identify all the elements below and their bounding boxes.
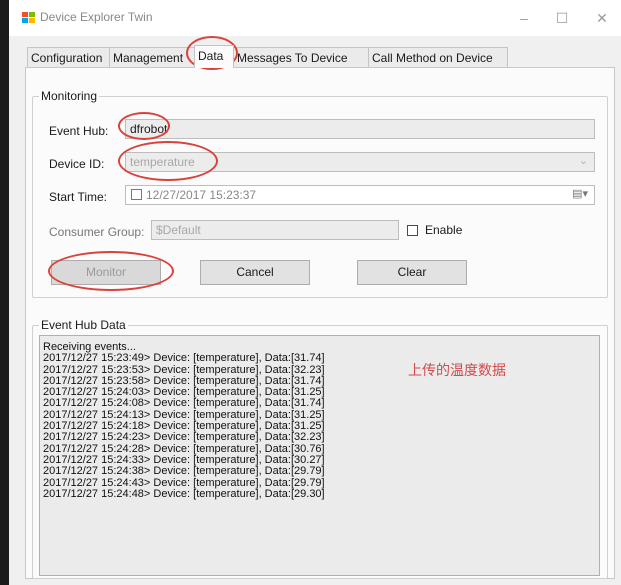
monitoring-group-title: Monitoring — [39, 89, 100, 103]
tab-strip: Configuration Management Data Messages T… — [27, 45, 601, 68]
tab-management[interactable]: Management — [109, 47, 195, 67]
log-line: 2017/12/27 15:24:38> Device: [temperatur… — [43, 465, 325, 478]
consumer-group-label: Consumer Group: — [49, 225, 145, 239]
app-window: Device Explorer Twin – ☐ ✕ Configuration… — [9, 0, 621, 585]
minimize-button[interactable]: – — [514, 8, 534, 28]
log-line: 2017/12/27 15:23:49> Device: [temperatur… — [43, 352, 325, 365]
title-bar: Device Explorer Twin – ☐ ✕ — [9, 0, 621, 36]
tab-call-method-on-device[interactable]: Call Method on Device — [368, 47, 508, 67]
tab-configuration[interactable]: Configuration — [27, 47, 110, 67]
consumer-group-field[interactable]: $Default — [151, 220, 399, 240]
event-hub-data-group: Event Hub Data Receiving events... 2017/… — [32, 318, 608, 579]
app-icon — [22, 12, 35, 24]
window-title: Device Explorer Twin — [40, 10, 153, 24]
device-id-label: Device ID: — [49, 157, 105, 171]
calendar-icon[interactable]: ▤▾ — [572, 187, 588, 201]
start-time-value: 12/27/2017 15:23:37 — [146, 188, 257, 202]
annotation-note: 上传的温度数据 — [408, 363, 506, 379]
close-button[interactable]: ✕ — [592, 8, 612, 28]
start-time-label: Start Time: — [49, 190, 108, 204]
start-time-picker[interactable]: 12/27/2017 15:23:37 ▤▾ — [125, 185, 595, 205]
event-hub-field[interactable]: dfrobot — [125, 119, 595, 139]
monitor-button[interactable]: Monitor — [51, 260, 161, 285]
chevron-down-icon: ⌄ — [578, 155, 588, 167]
tab-messages-to-device[interactable]: Messages To Device — [233, 47, 369, 67]
log-line: 2017/12/27 15:24:48> Device: [temperatur… — [43, 487, 325, 500]
start-time-checkbox[interactable] — [131, 189, 142, 200]
event-log-textbox[interactable]: Receiving events... 2017/12/27 15:23:49>… — [39, 335, 600, 576]
clear-button[interactable]: Clear — [357, 260, 467, 285]
log-line: 2017/12/27 15:24:23> Device: [temperatur… — [43, 431, 325, 444]
data-tab-panel: Monitoring Event Hub: dfrobot Device ID:… — [25, 67, 615, 579]
maximize-button[interactable]: ☐ — [552, 8, 572, 28]
device-id-dropdown[interactable]: temperature ⌄ — [125, 152, 595, 172]
device-id-value: temperature — [130, 155, 195, 169]
event-hub-label: Event Hub: — [49, 124, 109, 138]
enable-checkbox[interactable] — [407, 225, 418, 236]
monitoring-group: Monitoring Event Hub: dfrobot Device ID:… — [32, 89, 608, 298]
event-hub-data-group-title: Event Hub Data — [39, 318, 128, 332]
tab-data[interactable]: Data — [194, 45, 234, 68]
enable-label: Enable — [425, 223, 463, 237]
cancel-button[interactable]: Cancel — [200, 260, 310, 285]
